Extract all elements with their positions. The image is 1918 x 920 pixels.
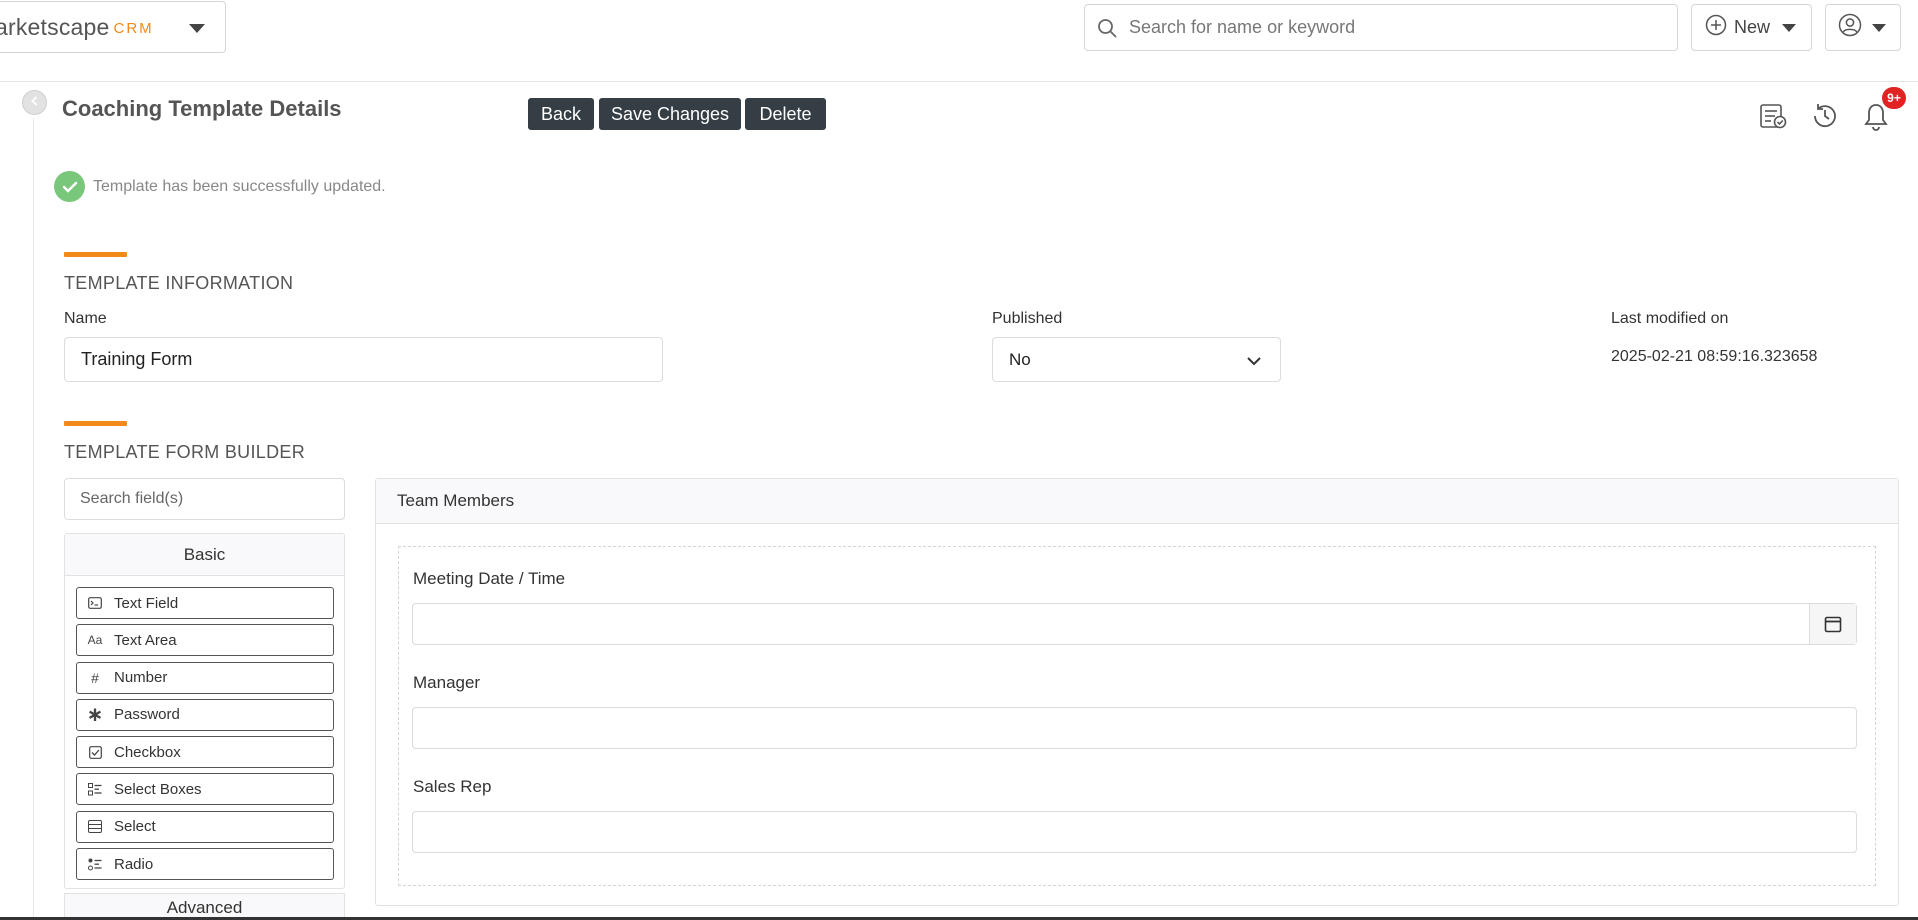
component-label: Number bbox=[114, 669, 168, 687]
sales-rep-input[interactable] bbox=[412, 811, 1857, 853]
component-label: Radio bbox=[114, 855, 154, 873]
form-builder-title: TEMPLATE FORM BUILDER bbox=[64, 442, 305, 462]
basic-group-header[interactable]: Basic bbox=[65, 534, 344, 576]
top-bar: arketscape CRM New bbox=[0, 0, 1918, 82]
component-label: Select Boxes bbox=[114, 780, 202, 798]
meeting-datetime-label: Meeting Date / Time bbox=[413, 569, 566, 588]
font-icon: Aa bbox=[87, 633, 103, 648]
component-label: Select bbox=[114, 818, 156, 836]
published-select[interactable]: No bbox=[992, 337, 1281, 382]
list-icon bbox=[86, 818, 104, 836]
component-label: Text Field bbox=[114, 594, 179, 612]
plus-circle-icon bbox=[1705, 14, 1727, 41]
collapse-sidebar-button[interactable] bbox=[22, 90, 47, 115]
form-canvas: Team Members Meeting Date / Time Manager… bbox=[375, 478, 1899, 906]
component-text-area[interactable]: Aa Text Area bbox=[76, 624, 334, 657]
arrow-left-icon bbox=[29, 94, 41, 112]
name-input[interactable] bbox=[64, 337, 663, 382]
component-list: Text Field Aa Text Area # Number ∗ Passw… bbox=[76, 587, 334, 885]
sidebar-divider bbox=[33, 118, 34, 920]
component-number[interactable]: # Number bbox=[76, 661, 334, 694]
template-info-title: TEMPLATE INFORMATION bbox=[64, 273, 294, 293]
section-accent-bar bbox=[64, 421, 127, 426]
brand-name: arketscape bbox=[0, 13, 110, 40]
check-circle-icon bbox=[54, 171, 85, 202]
new-button[interactable]: New bbox=[1691, 4, 1812, 51]
global-search[interactable] bbox=[1084, 4, 1678, 51]
component-text-field[interactable]: Text Field bbox=[76, 587, 334, 619]
save-changes-button[interactable]: Save Changes bbox=[599, 98, 741, 130]
component-select[interactable]: Select bbox=[76, 810, 334, 843]
back-button[interactable]: Back bbox=[528, 98, 594, 130]
calendar-icon[interactable] bbox=[1809, 604, 1856, 644]
last-modified-label: Last modified on bbox=[1611, 310, 1729, 327]
form-dropzone[interactable]: Meeting Date / Time Manager Sales Rep bbox=[398, 546, 1876, 886]
new-button-label: New bbox=[1734, 17, 1771, 37]
success-alert: Template has been successfully updated. bbox=[54, 171, 386, 202]
manager-label: Manager bbox=[413, 673, 481, 692]
component-password[interactable]: ∗ Password bbox=[76, 698, 334, 731]
user-menu-button[interactable] bbox=[1825, 4, 1901, 51]
published-value: No bbox=[1009, 349, 1031, 369]
component-radio[interactable]: Radio bbox=[76, 848, 334, 881]
component-label: Password bbox=[114, 706, 180, 724]
manager-input[interactable] bbox=[412, 707, 1857, 749]
component-checkbox[interactable]: Checkbox bbox=[76, 736, 334, 769]
list-checks-icon bbox=[86, 780, 104, 798]
user-circle-icon bbox=[1838, 13, 1862, 42]
history-icon[interactable] bbox=[1808, 100, 1842, 132]
canvas-panel-title: Team Members bbox=[376, 479, 1898, 524]
task-list-icon[interactable] bbox=[1756, 100, 1790, 132]
sales-rep-label: Sales Rep bbox=[413, 777, 492, 796]
basic-components-panel: Basic Text Field Aa Text Area # Number ∗… bbox=[64, 533, 345, 889]
search-input[interactable] bbox=[1129, 17, 1669, 38]
radio-list-icon bbox=[86, 855, 104, 873]
notification-badge: 9+ bbox=[1882, 87, 1906, 109]
published-label: Published bbox=[992, 310, 1063, 327]
page-title: Coaching Template Details bbox=[62, 96, 342, 121]
last-modified-value: 2025-02-21 08:59:16.323658 bbox=[1611, 348, 1818, 365]
caret-down-icon bbox=[1872, 23, 1886, 32]
delete-button[interactable]: Delete bbox=[745, 98, 826, 130]
field-search-input[interactable] bbox=[64, 478, 345, 520]
component-label: Checkbox bbox=[114, 743, 181, 761]
search-icon bbox=[1097, 18, 1117, 38]
advanced-group-header[interactable]: Advanced bbox=[64, 893, 345, 920]
asterisk-icon: ∗ bbox=[86, 704, 104, 727]
terminal-icon bbox=[86, 594, 104, 612]
component-label: Text Area bbox=[114, 631, 177, 649]
brand-crm-label: CRM bbox=[113, 20, 154, 37]
brand-switcher[interactable]: arketscape CRM bbox=[0, 1, 226, 53]
hashtag-icon: # bbox=[91, 669, 99, 686]
checkbox-icon bbox=[86, 743, 104, 761]
caret-down-icon[interactable] bbox=[189, 24, 205, 33]
component-select-boxes[interactable]: Select Boxes bbox=[76, 773, 334, 806]
chevron-down-icon bbox=[1246, 352, 1262, 372]
meeting-datetime-input[interactable] bbox=[412, 603, 1857, 645]
name-label: Name bbox=[64, 310, 107, 327]
section-accent-bar bbox=[64, 252, 127, 257]
caret-down-icon bbox=[1782, 23, 1797, 32]
success-message: Template has been successfully updated. bbox=[93, 177, 386, 195]
